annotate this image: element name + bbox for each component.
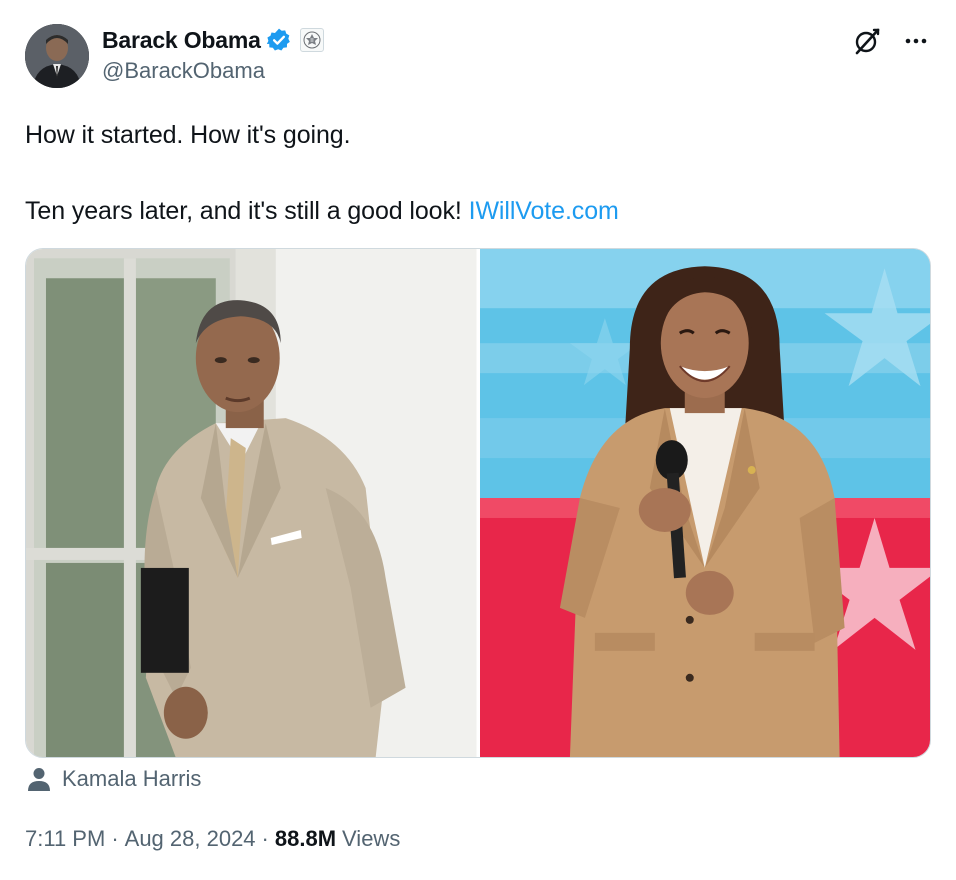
meta-separator: · <box>261 826 269 851</box>
tweet-text: How it started. How it's going. Ten year… <box>25 116 925 230</box>
tweet-line-1: How it started. How it's going. <box>25 121 351 149</box>
tweet-date[interactable]: Aug 28, 2024 <box>125 826 256 852</box>
author-handle[interactable]: @BarackObama <box>102 58 265 84</box>
tweet-meta: 7:11 PM · Aug 28, 2024 · 88.8M Views <box>25 826 400 852</box>
top-actions <box>852 26 930 56</box>
views-label[interactable]: Views <box>342 826 400 852</box>
verified-badge-icon[interactable] <box>266 27 292 53</box>
photo-woman-in-tan-suit-with-microphone[interactable] <box>479 249 930 757</box>
tweet-line-2: Ten years later, and it's still a good l… <box>25 192 925 230</box>
tweet-time[interactable]: 7:11 PM <box>25 826 105 852</box>
author-avatar[interactable] <box>25 24 89 88</box>
us-seal-badge-icon[interactable] <box>299 28 324 52</box>
person-icon <box>28 767 50 791</box>
iwillvote-link[interactable]: IWillVote.com <box>469 197 619 225</box>
tagged-user-name: Kamala Harris <box>62 766 202 791</box>
grok-icon[interactable] <box>852 26 882 56</box>
photo-man-in-tan-suit[interactable] <box>26 249 477 757</box>
meta-separator: · <box>111 826 119 851</box>
tagged-user[interactable]: Kamala Harris <box>28 766 201 792</box>
tweet-media <box>25 248 931 758</box>
more-options-icon[interactable] <box>902 27 930 55</box>
views-count[interactable]: 88.8M <box>275 826 336 852</box>
tweet-line-2-text: Ten years later, and it's still a good l… <box>25 197 462 225</box>
author-display-name[interactable]: Barack Obama <box>102 27 261 54</box>
author-name-row: Barack Obama <box>102 26 324 54</box>
